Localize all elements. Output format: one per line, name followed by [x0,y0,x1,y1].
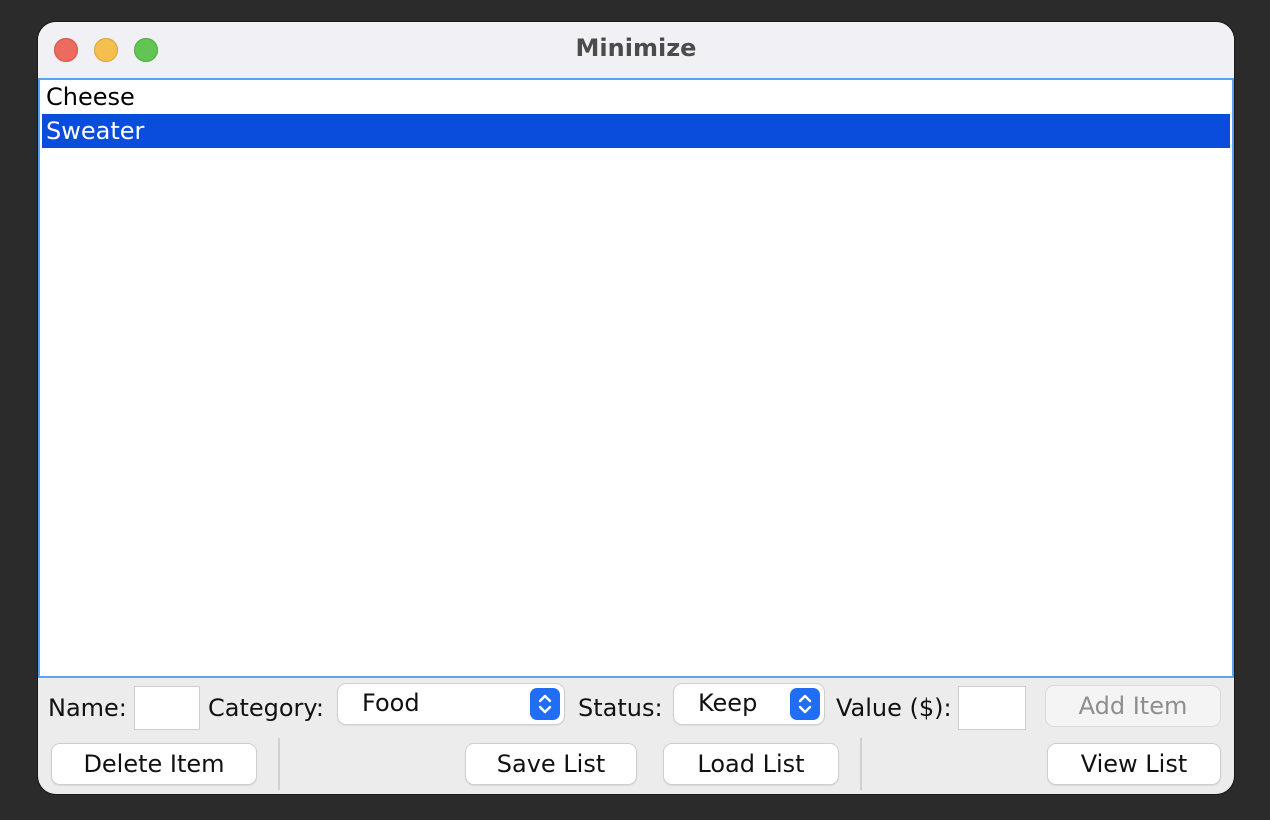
name-input[interactable] [134,686,200,730]
list-item-cheese[interactable]: Cheese [42,80,1230,114]
status-selected-value: Keep [698,689,758,717]
items-list[interactable]: Cheese Sweater [38,78,1234,678]
view-list-button[interactable]: View List [1048,744,1220,784]
status-label: Status: [578,694,663,722]
status-chevrons-icon [790,688,820,720]
toolbar-separator [278,738,280,790]
title-bar[interactable]: Minimize [38,22,1234,78]
controls-panel: Name: Category: Food Status: Keep Value … [38,678,1234,794]
name-label: Name: [48,694,127,722]
category-select[interactable]: Food [338,684,564,724]
value-label: Value ($): [836,694,952,722]
delete-item-button[interactable]: Delete Item [52,744,256,784]
category-chevrons-icon [530,688,560,720]
value-input[interactable] [958,686,1026,730]
load-list-button[interactable]: Load List [664,744,838,784]
list-item-sweater[interactable]: Sweater [42,114,1230,148]
window-title: Minimize [575,34,697,62]
app-window: Minimize Cheese Sweater Name: Category: … [38,22,1234,794]
status-select[interactable]: Keep [674,684,824,724]
toolbar-separator [860,738,862,790]
category-label: Category: [208,694,324,722]
category-selected-value: Food [362,689,420,717]
save-list-button[interactable]: Save List [466,744,636,784]
add-item-button[interactable]: Add Item [1046,686,1220,726]
